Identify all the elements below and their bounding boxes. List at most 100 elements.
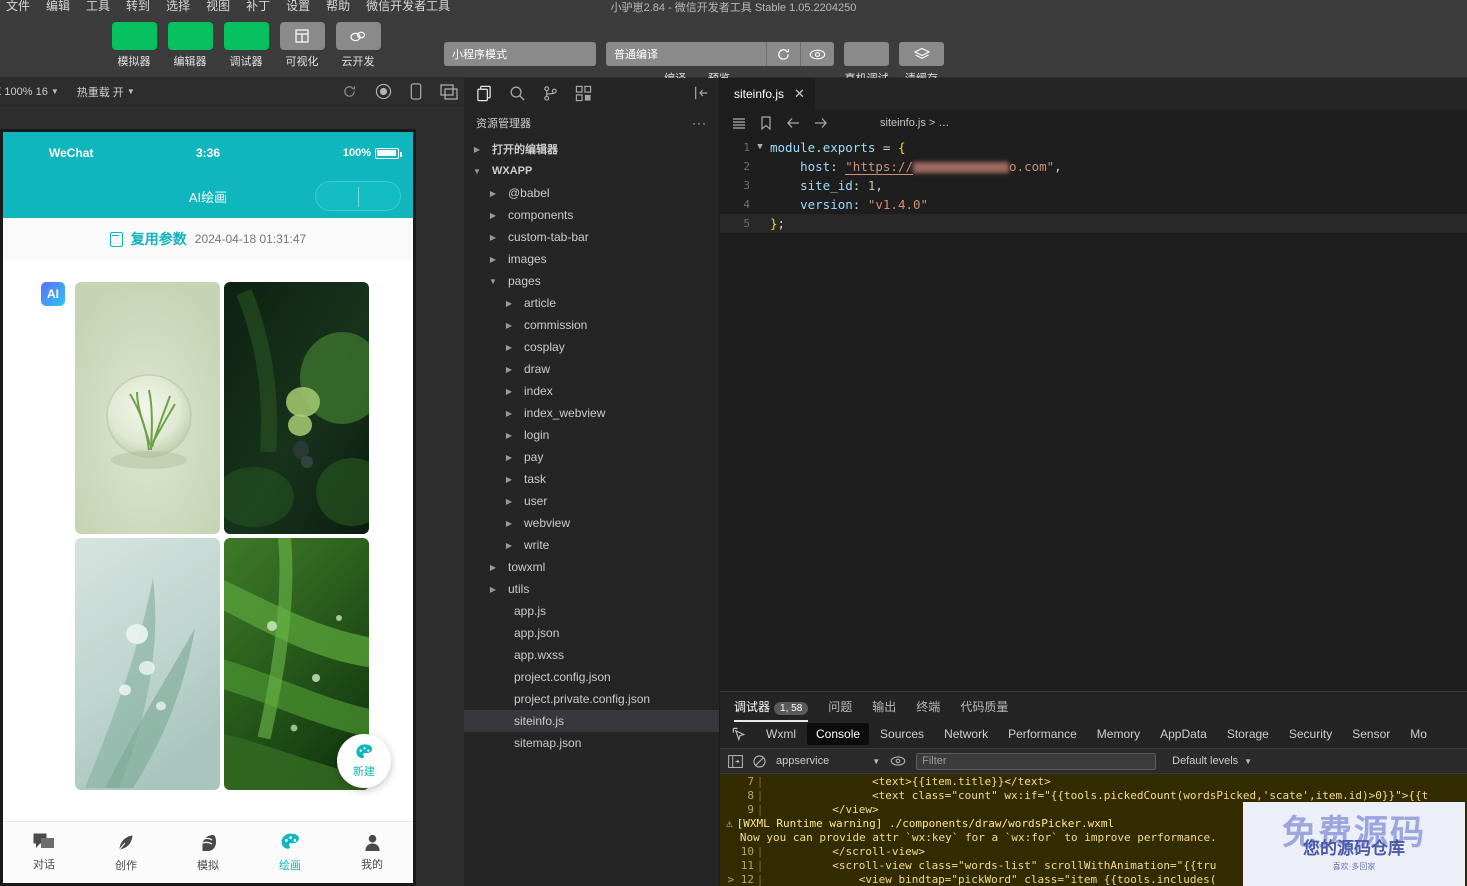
layers-icon[interactable] [899, 42, 944, 66]
devtools-panel-performance[interactable]: Performance [999, 723, 1086, 745]
tree-item-commission[interactable]: ▶ commission [464, 314, 719, 336]
tree-item-towxml[interactable]: ▶ towxml [464, 556, 719, 578]
chevron-right-icon[interactable]: ▶ [502, 475, 516, 484]
extensions-icon[interactable] [575, 85, 592, 102]
files-icon[interactable] [476, 85, 493, 102]
devtools-tab-调试器[interactable]: 调试器 1, 58 [734, 698, 809, 722]
devtools-panel-storage[interactable]: Storage [1218, 723, 1278, 745]
search-input[interactable]: Filter [916, 752, 1157, 770]
refresh-icon[interactable] [342, 84, 357, 99]
chevron-right-icon[interactable]: ▶ [502, 431, 516, 440]
tree-item-login[interactable]: ▶ login [464, 424, 719, 446]
code-line[interactable]: 4 version: "v1.4.0" [720, 195, 1467, 214]
outline-icon[interactable] [732, 117, 746, 130]
forward-arrow-icon[interactable] [814, 117, 828, 129]
menu-item-help[interactable]: 帮助 [326, 0, 350, 14]
tree-item-sitemap-json[interactable]: sitemap.json [464, 732, 719, 754]
chevron-right-icon[interactable]: ▶ [502, 365, 516, 374]
menu-item-view[interactable]: 视图 [206, 0, 230, 14]
console-code-line[interactable]: 7 | <text>{{item.title}}</text> [720, 775, 1467, 789]
chevron-right-icon[interactable]: ▶ [486, 189, 500, 198]
sidebar-icon[interactable] [728, 754, 743, 768]
breadcrumb[interactable]: siteinfo.js > … [880, 117, 949, 129]
tree-item-index-webview[interactable]: ▶ index_webview [464, 402, 719, 424]
devtools-panel-console[interactable]: Console [807, 723, 870, 745]
chevron-right-icon[interactable]: ▶ [502, 299, 516, 308]
tab-simulate[interactable]: 模拟 [167, 833, 249, 873]
chevron-right-icon[interactable]: ▶ [486, 211, 500, 220]
inspect-icon[interactable] [728, 727, 755, 742]
chevron-right-icon[interactable]: ▶ [502, 497, 516, 506]
eye-icon[interactable] [890, 755, 906, 767]
chevron-right-icon[interactable]: ▶ [502, 453, 516, 462]
code-line[interactable]: 5}; [720, 214, 1467, 233]
multi-window-icon[interactable] [440, 83, 458, 100]
tree-item--babel[interactable]: ▶ @babel [464, 182, 719, 204]
devtools-panel-wxml[interactable]: Wxml [757, 723, 805, 745]
breadcrumb-file[interactable]: siteinfo.js [880, 117, 926, 129]
chevron-down-icon-zoom[interactable]: ▼ [51, 87, 59, 96]
menu-item-patch[interactable]: 补丁 [246, 0, 270, 14]
tree-item-write[interactable]: ▶ write [464, 534, 719, 556]
console-code-line[interactable]: 8 | <text class="count" wx:if="{{tools.pi… [720, 789, 1467, 803]
toolbar-debugger-button[interactable]: 调试器 [222, 22, 270, 69]
tree-item-app-js[interactable]: app.js [464, 600, 719, 622]
code-line[interactable]: 2 host: "https:// o.com", [720, 157, 1467, 176]
devtools-tab-输出[interactable]: 输出 [872, 698, 896, 715]
bookmark-icon[interactable] [760, 116, 772, 130]
chevron-down-icon[interactable]: ▼ [486, 277, 500, 286]
toolbar-cloud-button[interactable]: 云开发 [334, 22, 382, 69]
close-icon[interactable]: ✕ [794, 86, 805, 102]
console-levels-select[interactable]: Default levels ▼ [1172, 755, 1252, 767]
ellipsis-icon[interactable]: ··· [692, 116, 707, 130]
tree-item-cosplay[interactable]: ▶ cosplay [464, 336, 719, 358]
console-context-select[interactable]: appservice ▼ [776, 755, 880, 767]
tree-item-pages[interactable]: ▼ pages [464, 270, 719, 292]
toolbar-visual-button[interactable]: 可视化 [278, 22, 326, 69]
chevron-right-icon[interactable]: ▶ [470, 145, 484, 154]
devtools-top-tabs[interactable]: 调试器 1, 58 问题 输出 终端 代码质量 [720, 692, 1467, 722]
tree-item-wxapp[interactable]: ▼ WXAPP [464, 160, 719, 182]
devtools-tab-终端[interactable]: 终端 [916, 698, 940, 715]
image-grass-blade-droplets[interactable] [75, 538, 220, 790]
code-line[interactable]: 1 ▼ module.exports = { [720, 138, 1467, 157]
toolbar-simulator-button[interactable]: 模拟器 [110, 22, 158, 69]
toolbar-editor-button[interactable]: 编辑器 [166, 22, 214, 69]
devtools-panel-security[interactable]: Security [1280, 723, 1341, 745]
mode-select[interactable]: 小程序模式 [444, 42, 596, 66]
tab-create[interactable]: 创作 [85, 833, 167, 873]
devtools-panel-sensor[interactable]: Sensor [1343, 723, 1399, 745]
menu-item-edit[interactable]: 编辑 [46, 0, 70, 14]
devtools-panel-appdata[interactable]: AppData [1151, 723, 1216, 745]
menu-item-tools[interactable]: 工具 [86, 0, 110, 14]
tree-item--[interactable]: ▶ 打开的编辑器 [464, 138, 719, 160]
chevron-right-icon[interactable]: ▶ [486, 585, 500, 594]
tree-item-utils[interactable]: ▶ utils [464, 578, 719, 600]
devtools-panel-mo[interactable]: Mo [1401, 723, 1436, 745]
search-icon[interactable] [509, 85, 526, 102]
chevron-right-icon[interactable]: ▶ [486, 233, 500, 242]
compile-select[interactable]: 普通编译 [606, 42, 766, 66]
tree-item-siteinfo-js[interactable]: siteinfo.js [464, 710, 719, 732]
menu-item-select[interactable]: 选择 [166, 0, 190, 14]
tree-item-task[interactable]: ▶ task [464, 468, 719, 490]
devtools-panel-sources[interactable]: Sources [871, 723, 933, 745]
menu-item-devtools[interactable]: 微信开发者工具 [366, 0, 450, 14]
tree-item-project-config-json[interactable]: project.config.json [464, 666, 719, 688]
breadcrumb-more[interactable]: … [938, 117, 949, 129]
image-dew-on-dark-leaf[interactable] [224, 282, 369, 534]
code-content[interactable]: 1 ▼ module.exports = {2 host: "https://o.c… [720, 136, 1467, 233]
hot-reload-label[interactable]: 热重载 开 [77, 84, 124, 100]
chevron-right-icon[interactable]: ▶ [486, 255, 500, 264]
chevron-down-icon-hotreload[interactable]: ▼ [127, 87, 135, 96]
image-water-drop-on-sage[interactable] [75, 282, 220, 534]
tab-mine[interactable]: 我的 [331, 833, 413, 872]
chevron-right-icon[interactable]: ▶ [486, 563, 500, 572]
devtools-tab-代码质量[interactable]: 代码质量 [960, 698, 1008, 715]
tree-item-custom-tab-bar[interactable]: ▶ custom-tab-bar [464, 226, 719, 248]
tree-item-app-json[interactable]: app.json [464, 622, 719, 644]
chevron-right-icon[interactable]: ▶ [502, 343, 516, 352]
record-icon[interactable] [375, 83, 392, 100]
code-line[interactable]: 3 site_id: 1, [720, 176, 1467, 195]
tree-item-pay[interactable]: ▶ pay [464, 446, 719, 468]
